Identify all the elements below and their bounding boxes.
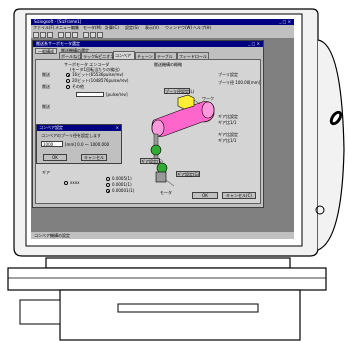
gear-ratio-value: ギア比1/1 [218,120,237,125]
dialog-title: コンベア設定 [39,125,63,130]
toolbar [31,31,294,39]
motor-gear-shape [156,162,168,174]
radio-opt-b-label: 0.0001(1) [112,182,132,187]
diagram-title: 搬送機構の概略 [154,62,182,67]
side-tab-general[interactable]: 一般構成 [35,48,57,54]
left-label-3: 搬送 [42,104,50,109]
tab-rack-pinion[interactable]: ラック&ピニオン [81,52,114,59]
save-icon[interactable] [47,32,53,38]
app-title: Sizingsoft - [SizFrame1] [34,19,82,24]
paste-icon[interactable] [72,32,78,38]
calc-icon[interactable] [83,32,89,38]
pulse-field[interactable] [76,92,104,97]
lid-right-wing [317,39,345,251]
menu-item-settings[interactable]: 設定(S) [125,25,139,30]
laptop-base [7,267,327,291]
radio-opt-c-label: 0.00001(1) [112,188,135,193]
child-title: 搬送系サーボモータ選定 [36,41,80,46]
tab-conveyor[interactable]: コンベア [113,51,135,59]
left-label-5: ギア [42,170,50,175]
radio-xxxx[interactable] [64,181,68,185]
radio-20bit-label: 20ビット(1048576pulse/rev) [72,78,129,83]
help-icon[interactable] [97,32,103,38]
drive-slot [117,303,259,313]
open-icon[interactable] [40,32,46,38]
dialog-range-hint: [mm] 0.0 ～ 1000.000 [65,142,110,147]
radio-opt-a[interactable] [106,177,110,181]
tab-ballscrew[interactable]: ボールねじ [59,52,81,59]
work-label: ワーク [202,96,214,101]
status-bar: コンベア機構の設定 [31,231,294,239]
pulley-setting-button[interactable]: プーリ径設定(L) [164,88,194,94]
gear-setting-button-1[interactable]: ギア設定(S) [140,158,163,164]
pulse-unit: [pulse/rev] [106,92,128,97]
menu-item-calc[interactable]: 計算(C) [105,25,119,30]
dialog-close-icon[interactable]: × [116,125,119,130]
radio-opt-b[interactable] [106,183,110,187]
menu-item-window[interactable]: ウィンドウ(W) [165,25,192,30]
copy-icon[interactable] [65,32,71,38]
tab-feedroll[interactable]: フィードロール [177,52,209,59]
left-label-1: 搬送 [42,72,50,77]
pulley-value: プーリ径 100.00[mm] [218,80,261,85]
gear-setting-button-2[interactable]: ギア設定(G) [176,171,200,177]
dialog-cancel-button[interactable]: キャンセル [81,154,107,161]
menu-item-motor[interactable]: モータ(M) [83,25,102,30]
print-icon[interactable] [90,32,96,38]
laptop-stand [59,289,301,341]
radio-opt-c[interactable] [106,189,110,193]
motor-label: モータ [160,190,172,195]
ok-button[interactable]: OK [192,192,218,199]
radio-other[interactable] [66,85,70,89]
radio-16bit[interactable] [66,73,70,77]
radio-opt-a-label: 0.0005(1) [112,176,132,181]
conveyor-setting-dialog: コンベア設定 × コンベアのプーリ径を設定します 1000 [mm] 0.0 ～… [36,124,122,164]
radio-16bit-label: 16ビット(65536pulse/rev) [72,72,124,77]
radio-other-label: その他 [72,84,84,89]
dialog-titlebar: コンベア設定 × [37,125,121,131]
mdi-workarea: 搬送系サーボモータ選定 _ □ × 一般構成 搬送機構の選定 ボールねじ ラック… [31,39,294,231]
tab-table[interactable]: テーブル [155,52,177,59]
motor-shape [155,171,167,183]
gear2-setting-label: ギア比設定 [218,132,238,137]
workpiece-shape [177,94,195,110]
cut-icon[interactable] [58,32,64,38]
app-screen: Sizingsoft - [SizFrame1] _ □ × ファイル(F) メ… [31,19,294,239]
radio-xxxx-label: xxxx [70,180,80,185]
gear-setting-label: ギア比設定 [218,114,238,119]
menu-item-view[interactable]: 表示(V) [145,25,159,30]
dialog-message: コンベアのプーリ径を設定します [41,133,101,138]
menu-item-menu-edit[interactable]: メニュー編集 [55,25,79,30]
status-text: コンベア機構の設定 [34,233,70,238]
drive-pulley-shape [150,144,162,156]
radio-20bit[interactable] [66,79,70,83]
child-window-controls[interactable]: _ □ × [248,41,260,46]
pulley-setting-label: プーリ設定 [218,72,238,77]
gear2-ratio-value: ギア比1/1 [218,138,237,143]
menu-item-file[interactable]: ファイル(F) [33,25,54,30]
left-label-2: 搬送 [42,84,50,89]
tab-chain[interactable]: チェーン [135,52,155,59]
laptop-hinge [45,257,291,269]
window-controls[interactable]: _ □ × [279,19,291,24]
pulley-diameter-input[interactable]: 1000 [41,141,63,147]
dialog-ok-button[interactable]: OK [43,154,67,161]
menu-item-help[interactable]: ヘルプ(H) [193,25,211,30]
child-titlebar: 搬送系サーボモータ選定 _ □ × [33,41,263,47]
new-icon[interactable] [33,32,39,38]
cancel-button[interactable]: キャンセル(C) [222,192,256,199]
conveyor-diagram [150,94,215,187]
